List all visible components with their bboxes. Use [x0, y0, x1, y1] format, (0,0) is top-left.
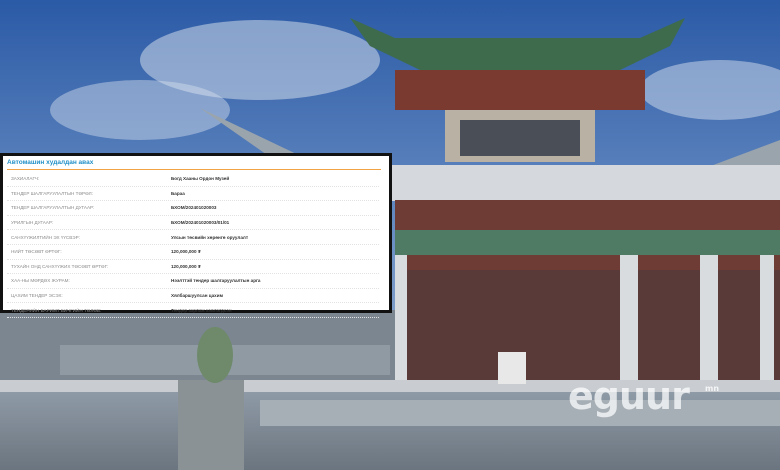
detail-value: Хялбаршуулсан цахим: [171, 293, 223, 299]
card-title: Автомашин худалдан авах: [7, 159, 94, 166]
detail-row-funding-source: САНХҮҮЖИЛТИЙН ЭХ ҮҮСВЭР: Улсын төсвийн х…: [7, 230, 379, 245]
detail-row-invitation-number: УРИЛГЫН ДУГААР: БХОМ/202401020003/01/01: [7, 216, 379, 231]
detail-value: БХОМ/202401020003: [171, 205, 217, 211]
detail-value: Нээлттэй тендер шалгаруулалтын арга: [171, 278, 261, 284]
site-logo-watermark: eguur: [568, 374, 690, 418]
detail-value: Улсын төсвийн хөрөнгө оруулалт: [171, 234, 249, 240]
detail-value: Тендер зарлаж хэвлэгдсэн: [171, 307, 232, 313]
detail-label: ЦАХИМ ТЕНДЕР ЭСЭХ:: [11, 293, 63, 299]
detail-row-customer: ЗАХИАЛАГЧ: Богд Хааны Ордон Музей: [7, 172, 379, 187]
detail-row-document-status: ТЕНДЕРИЙН БАРИМТ БИЧГИЙН ТӨЛӨВ: Тендер з…: [7, 303, 379, 318]
tender-info-card: Автомашин худалдан авах ЗАХИАЛАГЧ: Богд …: [0, 153, 392, 318]
detail-row-e-tender: ЦАХИМ ТЕНДЕР ЭСЭХ: Хялбаршуулсан цахим: [7, 289, 379, 304]
detail-row-annual-budget: ТУХАЙН ОНД САНХҮҮЖИХ ТӨСӨВТ ӨРТӨГ: 120,0…: [7, 260, 379, 275]
site-logo-suffix: mn: [705, 384, 720, 393]
detail-label: ЗАХИАЛАГЧ:: [11, 176, 40, 182]
detail-value: 120,000,000 ₮: [171, 263, 201, 269]
detail-value: Богд Хааны Ордон Музей: [171, 176, 230, 182]
detail-label: ТЕНДЕРИЙН БАРИМТ БИЧГИЙН ТӨЛӨВ:: [11, 307, 102, 313]
detail-row-type: ТЕНДЕР ШАЛГАРУУЛАЛТЫН ТӨРӨЛ: Бараа: [7, 187, 379, 202]
detail-value: 120,000,000 ₮: [171, 249, 201, 255]
detail-label: ТЕНДЕР ШАЛГАРУУЛАЛТЫН ДУГААР:: [11, 205, 95, 211]
detail-label: УРИЛГЫН ДУГААР:: [11, 220, 54, 226]
detail-row-total-budget: НИЙТ ТӨСӨВТ ӨРТӨГ: 120,000,000 ₮: [7, 245, 379, 260]
detail-label: ХАА-НЫ МӨРДӨХ ЖУРАМ:: [11, 278, 70, 284]
detail-label: ТУХАЙН ОНД САНХҮҮЖИХ ТӨСӨВТ ӨРТӨГ:: [11, 263, 109, 269]
detail-label: ТЕНДЕР ШАЛГАРУУЛАЛТЫН ТӨРӨЛ:: [11, 190, 93, 196]
detail-label: НИЙТ ТӨСӨВТ ӨРТӨГ:: [11, 249, 62, 255]
title-divider: [7, 169, 381, 170]
detail-label: САНХҮҮЖИЛТИЙН ЭХ ҮҮСВЭР:: [11, 234, 80, 240]
tender-details-list: ЗАХИАЛАГЧ: Богд Хааны Ордон Музей ТЕНДЕР…: [7, 172, 379, 318]
detail-value: БХОМ/202401020003/01/01: [171, 220, 230, 226]
detail-value: Бараа: [171, 190, 185, 196]
detail-row-tender-number: ТЕНДЕР ШАЛГАРУУЛАЛТЫН ДУГААР: БХОМ/20240…: [7, 201, 379, 216]
detail-row-procedure: ХАА-НЫ МӨРДӨХ ЖУРАМ: Нээлттэй тендер шал…: [7, 274, 379, 289]
